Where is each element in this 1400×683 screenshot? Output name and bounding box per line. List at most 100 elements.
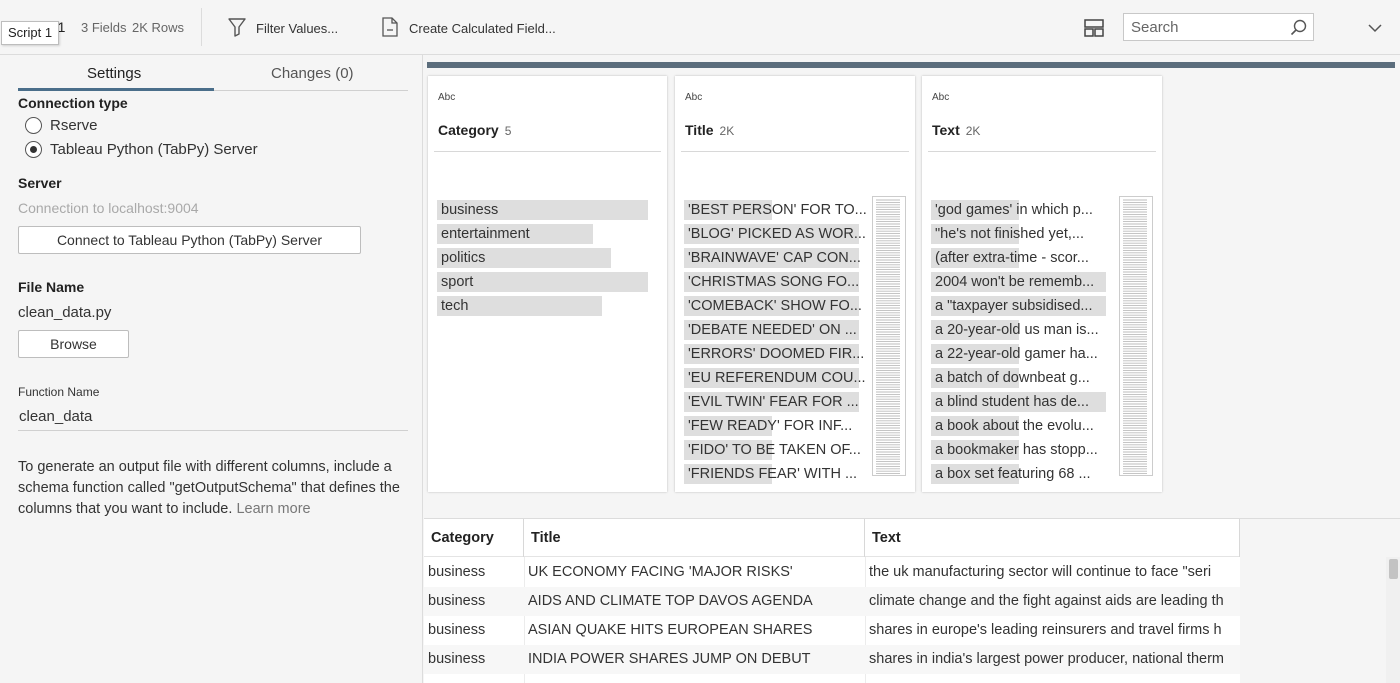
radio-rserve[interactable]: Rserve: [25, 117, 98, 134]
table-row[interactable]: business INDIA POWER SHARES JUMP ON DEBUT…: [424, 645, 1240, 674]
table-cell-category[interactable]: business: [424, 616, 524, 645]
function-name-field[interactable]: clean_data: [18, 406, 408, 431]
card-divider: [681, 151, 909, 152]
column-header-category[interactable]: Category: [424, 519, 524, 557]
value-row[interactable]: 'BLOG' PICKED AS WOR...: [684, 222, 867, 246]
grid-empty-area: [1240, 519, 1400, 683]
value-row[interactable]: 'BEST PERSON' FOR TO...: [684, 198, 867, 222]
table-cell-text[interactable]: the uk manufacturing sector will continu…: [865, 558, 1240, 587]
scrollbar-thumb[interactable]: [1389, 559, 1398, 579]
function-name-label: Function Name: [18, 385, 100, 399]
column-header-title[interactable]: Title: [524, 519, 865, 557]
value-row[interactable]: a "taxpayer subsidised...: [931, 294, 1106, 318]
value-label: politics: [441, 250, 486, 266]
value-row[interactable]: 'EVIL TWIN' FEAR FOR ...: [684, 390, 867, 414]
profile-card-text[interactable]: Abc Text 2K 'god games' in which p... "he'…: [922, 76, 1162, 492]
value-label: a blind student has de...: [935, 394, 1089, 410]
create-calculated-field-label: Create Calculated Field...: [409, 20, 556, 36]
help-text-block: To generate an output file with differen…: [18, 457, 418, 520]
card-field-name: Text: [932, 122, 960, 138]
data-type-abc-icon: Abc: [438, 92, 456, 103]
value-row[interactable]: 'BRAINWAVE' CAP CON...: [684, 246, 867, 270]
value-row[interactable]: entertainment: [437, 222, 593, 246]
table-cell-text[interactable]: shares in india's largest power producer…: [865, 645, 1240, 674]
value-label: 'EU REFERENDUM COU...: [688, 370, 866, 386]
chevron-down-icon[interactable]: [1368, 20, 1382, 36]
card-header: Title 2K: [685, 122, 734, 138]
card-distinct-count: 5: [504, 124, 512, 138]
value-row[interactable]: politics: [437, 246, 611, 270]
table-row[interactable]: business AIDS AND CLIMATE TOP DAVOS AGEND…: [424, 587, 1240, 616]
value-row[interactable]: 'FEW READY' FOR INF...: [684, 414, 867, 438]
value-label: 'god games' in which p...: [935, 202, 1093, 218]
profile-card-category[interactable]: Abc Category 5 business entertainment polit…: [428, 76, 667, 492]
value-row[interactable]: a book about the evolu...: [931, 414, 1099, 438]
connect-tabpy-button[interactable]: Connect to Tableau Python (TabPy) Server: [18, 226, 361, 254]
radio-button-selected[interactable]: [25, 141, 42, 158]
value-row[interactable]: a batch of downbeat g...: [931, 366, 1099, 390]
table-row[interactable]: business ASIAN QUAKE HITS EUROPEAN SHARES…: [424, 616, 1240, 645]
file-name-label: File Name: [18, 279, 85, 295]
table-cell-title[interactable]: INDIA POWER SHARES JUMP ON DEBUT: [524, 645, 865, 674]
value-row[interactable]: a 22-year-old gamer ha...: [931, 342, 1099, 366]
radio-button[interactable]: [25, 117, 42, 134]
value-row[interactable]: "he's not finished yet,...: [931, 222, 1099, 246]
create-calculated-field-button[interactable]: Create Calculated Field...: [381, 16, 556, 40]
value-row[interactable]: 'FIDO' TO BE TAKEN OF...: [684, 438, 867, 462]
search-input[interactable]: [1124, 18, 1284, 36]
value-row[interactable]: 'FRIENDS FEAR' WITH ...: [684, 462, 867, 486]
value-row[interactable]: 'ERRORS' DOOMED FIR...: [684, 342, 867, 366]
value-label: 'CHRISTMAS SONG FO...: [688, 274, 860, 290]
table-cell-category[interactable]: business: [424, 587, 524, 616]
value-density-scrollbar[interactable]: [872, 196, 906, 476]
value-row[interactable]: a blind student has de...: [931, 390, 1106, 414]
tab-settings[interactable]: Settings: [87, 65, 141, 82]
value-label: 'COMEBACK' SHOW FO...: [688, 298, 862, 314]
value-row[interactable]: sport: [437, 270, 648, 294]
table-cell-category[interactable]: business: [424, 558, 524, 587]
value-label: 'ERRORS' DOOMED FIR...: [688, 346, 865, 362]
value-label: 2004 won't be rememb...: [935, 274, 1095, 290]
value-row[interactable]: 'EU REFERENDUM COU...: [684, 366, 867, 390]
value-row[interactable]: (after extra-time - scor...: [931, 246, 1099, 270]
value-row[interactable]: 'COMEBACK' SHOW FO...: [684, 294, 867, 318]
search-box: [1123, 13, 1314, 41]
table-cell-text[interactable]: climate change and the fight against aid…: [865, 587, 1240, 616]
learn-more-link[interactable]: Learn more: [236, 501, 310, 517]
column-header-text[interactable]: Text: [865, 519, 1240, 557]
profile-pane: Abc Category 5 business entertainment polit…: [424, 55, 1400, 516]
value-label: 'BLOG' PICKED AS WOR...: [688, 226, 866, 242]
value-label: a book about the evolu...: [935, 418, 1094, 434]
value-row[interactable]: 'god games' in which p...: [931, 198, 1099, 222]
table-cell-title[interactable]: UK ECONOMY FACING 'MAJOR RISKS': [524, 558, 865, 587]
filter-values-button[interactable]: Filter Values...: [228, 17, 338, 39]
value-row[interactable]: business: [437, 198, 648, 222]
row-count: 2K Rows: [132, 20, 185, 35]
table-cell-text[interactable]: shares in europe's leading reinsurers an…: [865, 616, 1240, 645]
value-label: a 20-year-old us man is...: [935, 322, 1099, 338]
browse-button[interactable]: Browse: [18, 330, 129, 358]
radio-tabpy[interactable]: Tableau Python (TabPy) Server: [25, 141, 258, 158]
value-row[interactable]: 'CHRISTMAS SONG FO...: [684, 270, 867, 294]
search-icon[interactable]: [1290, 19, 1307, 39]
calculated-field-icon: [381, 16, 399, 40]
value-row[interactable]: a bookmaker has stopp...: [931, 438, 1099, 462]
grid-scrollbar[interactable]: [1386, 557, 1400, 683]
value-label: sport: [441, 274, 474, 290]
value-row[interactable]: tech: [437, 294, 602, 318]
table-cell-title[interactable]: ASIAN QUAKE HITS EUROPEAN SHARES: [524, 616, 865, 645]
value-row[interactable]: a 20-year-old us man is...: [931, 318, 1099, 342]
value-label: a "taxpayer subsidised...: [935, 298, 1093, 314]
layout-toggle-icon[interactable]: [1084, 18, 1104, 41]
table-cell-category[interactable]: business: [424, 645, 524, 674]
value-row[interactable]: 'DEBATE NEEDED' ON ...: [684, 318, 867, 342]
filter-values-label: Filter Values...: [256, 20, 339, 36]
value-density-scrollbar[interactable]: [1119, 196, 1153, 476]
table-cell-title[interactable]: AIDS AND CLIMATE TOP DAVOS AGENDA: [524, 587, 865, 616]
value-row[interactable]: 2004 won't be rememb...: [931, 270, 1106, 294]
script-name-tooltip: Script 1: [1, 21, 60, 45]
profile-card-title[interactable]: Abc Title 2K 'BEST PERSON' FOR TO... 'BLOG…: [675, 76, 915, 492]
value-row[interactable]: a box set featuring 68 ...: [931, 462, 1099, 486]
tab-changes[interactable]: Changes (0): [271, 65, 354, 82]
table-row[interactable]: business UK ECONOMY FACING 'MAJOR RISKS' t…: [424, 558, 1240, 587]
